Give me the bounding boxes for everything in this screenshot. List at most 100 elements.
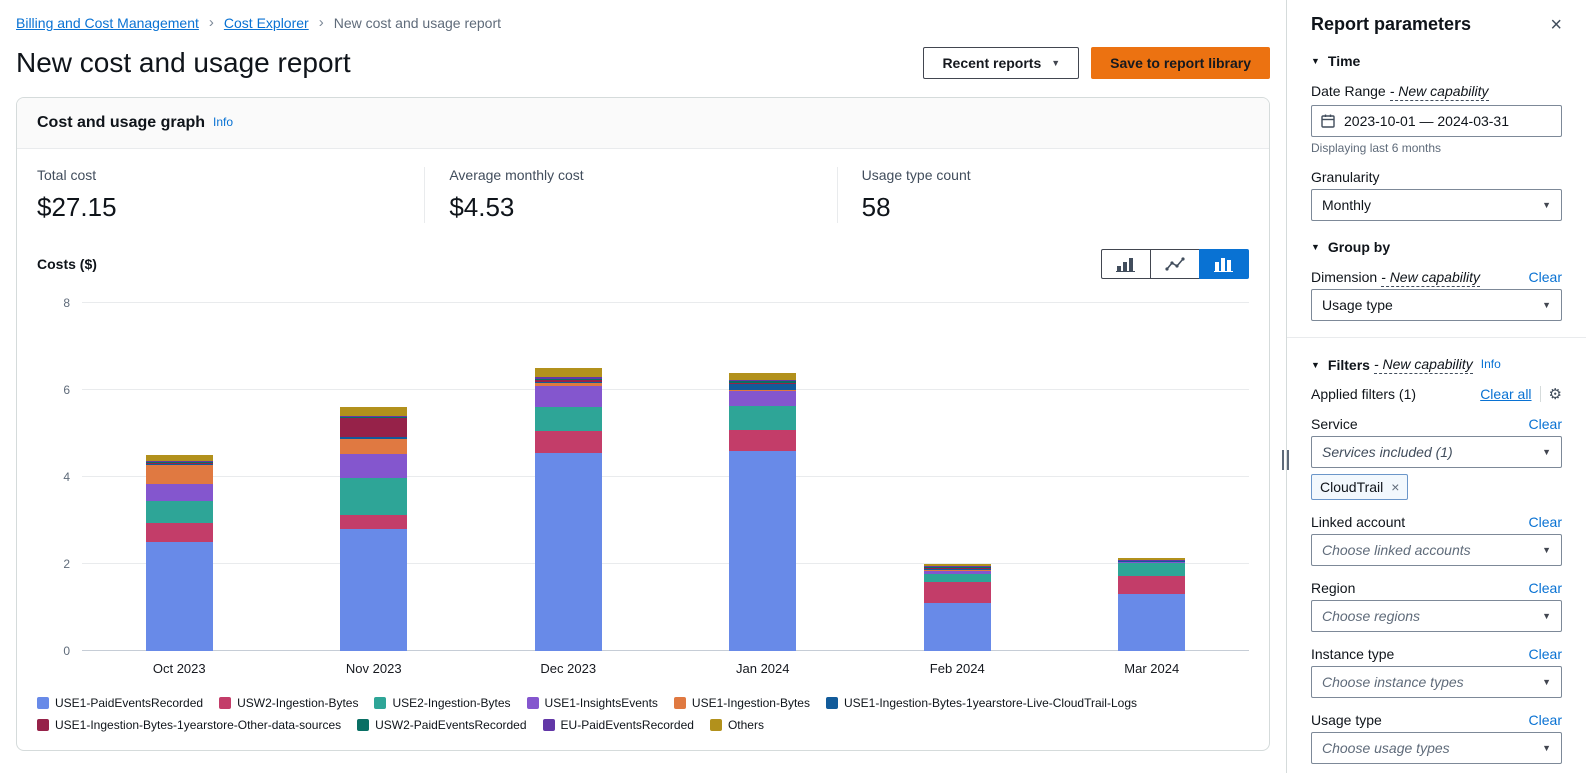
calendar-icon <box>1320 113 1336 129</box>
stacked-bar-chart-toggle[interactable] <box>1199 249 1249 279</box>
bar-segment <box>535 453 602 651</box>
instance-type-select[interactable]: Choose instance types ▼ <box>1311 666 1562 698</box>
legend-item[interactable]: Others <box>710 718 764 732</box>
chevron-down-icon: ▼ <box>1542 448 1551 457</box>
stat-value: $4.53 <box>449 192 836 223</box>
save-to-report-library-button[interactable]: Save to report library <box>1091 47 1270 79</box>
linked-account-placeholder: Choose linked accounts <box>1322 542 1471 558</box>
clear-instance-type-link[interactable]: Clear <box>1529 646 1562 662</box>
page-title: New cost and usage report <box>16 47 351 79</box>
section-header-time[interactable]: ▼ Time <box>1311 53 1562 69</box>
clear-linked-account-link[interactable]: Clear <box>1529 514 1562 530</box>
section-title: Time <box>1328 53 1360 69</box>
line-chart-toggle[interactable] <box>1150 249 1200 279</box>
dimension-label: Dimension- New capability <box>1311 269 1480 285</box>
collapse-caret-icon: ▼ <box>1311 242 1320 252</box>
y-tick-label: 8 <box>63 296 70 310</box>
section-header-filters[interactable]: ▼ Filters - New capability Info <box>1311 356 1562 374</box>
stacked-bar-chart-icon <box>1214 256 1234 272</box>
clear-service-link[interactable]: Clear <box>1529 416 1562 432</box>
x-tick-label: Nov 2023 <box>277 661 472 676</box>
breadcrumb-link-billing[interactable]: Billing and Cost Management <box>16 15 199 31</box>
bar-chart-icon <box>1116 256 1136 272</box>
bar-segment <box>340 439 407 455</box>
stat-value: 58 <box>862 192 1249 223</box>
legend-item[interactable]: EU-PaidEventsRecorded <box>543 718 694 732</box>
legend-item[interactable]: USE1-Ingestion-Bytes <box>674 696 810 710</box>
legend-item[interactable]: USE2-Ingestion-Bytes <box>374 696 510 710</box>
legend-item[interactable]: USW2-Ingestion-Bytes <box>219 696 358 710</box>
bar-feb-2024[interactable] <box>924 303 991 651</box>
filters-info-link[interactable]: Info <box>1481 357 1501 371</box>
breadcrumb-current: New cost and usage report <box>334 15 501 31</box>
clear-dimension-link[interactable]: Clear <box>1529 269 1562 285</box>
usage-type-select[interactable]: Choose usage types ▼ <box>1311 732 1562 764</box>
x-tick-label: Oct 2023 <box>82 661 277 676</box>
bar-segment <box>535 431 602 453</box>
bar-segment <box>146 484 213 501</box>
legend-item[interactable]: USW2-PaidEventsRecorded <box>357 718 526 732</box>
bar-segment <box>340 407 407 416</box>
applied-filters-label: Applied filters (1) <box>1311 386 1416 402</box>
bar-segment <box>1118 563 1185 576</box>
y-tick-label: 2 <box>63 557 70 571</box>
legend-item[interactable]: USE1-InsightsEvents <box>527 696 658 710</box>
bar-segment <box>146 501 213 523</box>
gear-icon[interactable]: ⚙ <box>1549 387 1562 402</box>
bar-dec-2023[interactable] <box>535 303 602 651</box>
bar-mar-2024[interactable] <box>1118 303 1185 651</box>
panel-resize-handle-icon[interactable] <box>1282 450 1289 470</box>
chart-x-labels: Oct 2023Nov 2023Dec 2023Jan 2024Feb 2024… <box>82 661 1249 676</box>
graph-info-link[interactable]: Info <box>213 115 233 129</box>
clear-usage-type-link[interactable]: Clear <box>1529 712 1562 728</box>
chevron-down-icon: ▼ <box>1542 546 1551 555</box>
section-header-group-by[interactable]: ▼ Group by <box>1311 239 1562 255</box>
bar-oct-2023[interactable] <box>146 303 213 651</box>
token-remove-icon[interactable]: × <box>1391 480 1399 494</box>
usage-type-placeholder: Choose usage types <box>1322 740 1450 756</box>
date-range-value: 2023-10-01 — 2024-03-31 <box>1344 113 1509 129</box>
bar-segment <box>535 386 602 408</box>
stat-label: Total cost <box>37 167 424 183</box>
y-tick-label: 0 <box>63 644 70 658</box>
instance-type-label: Instance type <box>1311 646 1394 662</box>
linked-account-select[interactable]: Choose linked accounts ▼ <box>1311 534 1562 566</box>
legend-swatch <box>826 697 838 709</box>
granularity-value: Monthly <box>1322 197 1371 213</box>
bar-jan-2024[interactable] <box>729 303 796 651</box>
chart-section: Costs ($) <box>17 241 1269 750</box>
legend-item[interactable]: USE1-Ingestion-Bytes-1yearstore-Other-da… <box>37 718 341 732</box>
legend-item[interactable]: USE1-PaidEventsRecorded <box>37 696 203 710</box>
clear-region-link[interactable]: Clear <box>1529 580 1562 596</box>
clear-all-link[interactable]: Clear all <box>1480 386 1531 402</box>
service-select[interactable]: Services included (1) ▼ <box>1311 436 1562 468</box>
region-select[interactable]: Choose regions ▼ <box>1311 600 1562 632</box>
stat-label: Usage type count <box>862 167 1249 183</box>
bar-segment <box>146 542 213 651</box>
legend-swatch <box>37 719 49 731</box>
chart-type-toggle-group <box>1101 249 1249 279</box>
app-window: Billing and Cost Management › Cost Explo… <box>0 0 1586 773</box>
service-value: Services included (1) <box>1322 444 1453 460</box>
bar-segment <box>924 574 991 583</box>
bar-group <box>1055 303 1250 651</box>
legend-swatch <box>543 719 555 731</box>
close-icon[interactable]: × <box>1550 15 1562 35</box>
legend-label: Others <box>728 718 764 732</box>
date-range-input[interactable]: 2023-10-01 — 2024-03-31 <box>1311 105 1562 137</box>
bar-chart-toggle[interactable] <box>1101 249 1151 279</box>
dimension-select[interactable]: Usage type ▼ <box>1311 289 1562 321</box>
bar-segment <box>729 430 796 451</box>
legend-item[interactable]: USE1-Ingestion-Bytes-1yearstore-Live-Clo… <box>826 696 1137 710</box>
bar-segment <box>1118 576 1185 594</box>
breadcrumb-separator-icon: › <box>319 14 324 31</box>
breadcrumb-link-cost-explorer[interactable]: Cost Explorer <box>224 15 309 31</box>
recent-reports-label: Recent reports <box>942 55 1041 71</box>
chevron-down-icon: ▼ <box>1542 612 1551 621</box>
granularity-select[interactable]: Monthly ▼ <box>1311 189 1562 221</box>
new-capability-badge: - New capability <box>1374 356 1473 374</box>
breadcrumb: Billing and Cost Management › Cost Explo… <box>16 0 1270 31</box>
legend-swatch <box>710 719 722 731</box>
recent-reports-button[interactable]: Recent reports ▼ <box>923 47 1079 79</box>
bar-nov-2023[interactable] <box>340 303 407 651</box>
